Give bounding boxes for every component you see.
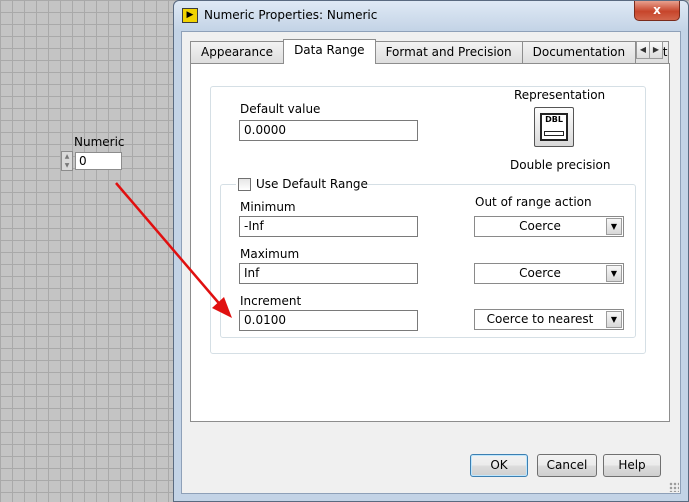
annotation-arrow-line (115, 182, 224, 309)
tab-data-range[interactable]: Data Range (283, 39, 376, 64)
annotation-arrow (115, 182, 232, 318)
